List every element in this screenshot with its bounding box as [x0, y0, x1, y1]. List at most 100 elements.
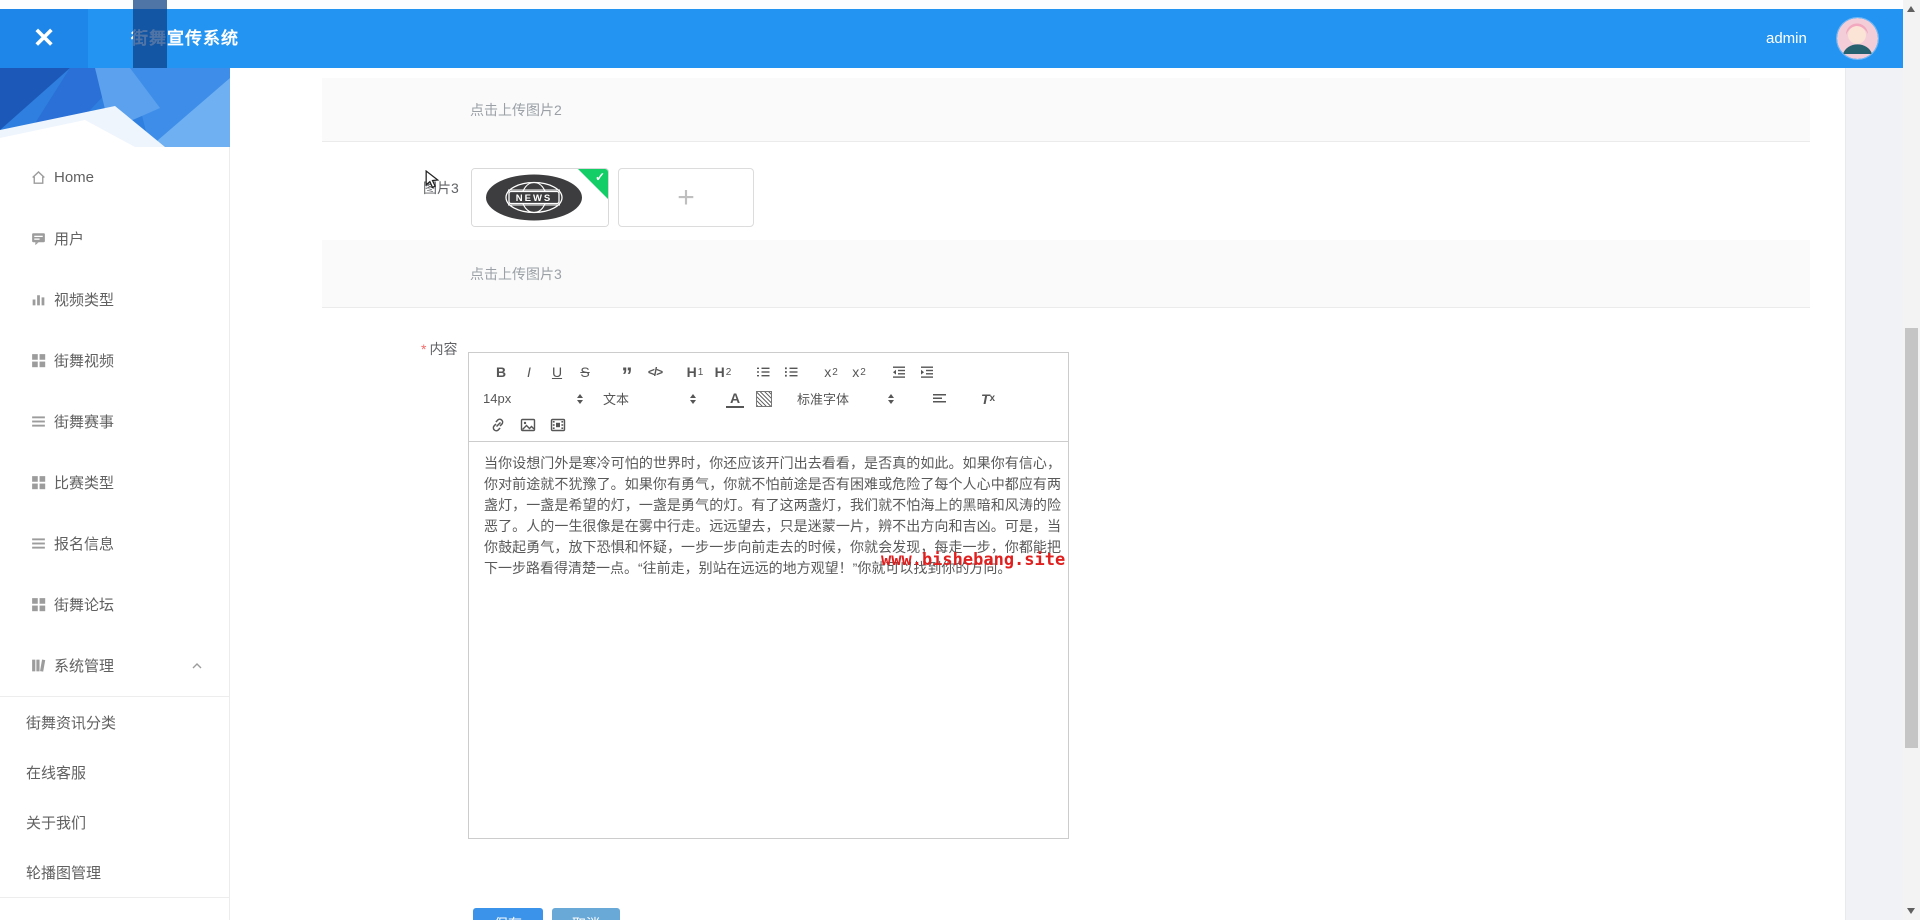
updown-arrows-icon — [690, 393, 696, 404]
scroll-up-arrow-icon[interactable] — [1907, 6, 1915, 12]
link-icon — [492, 418, 504, 432]
ordered-list-icon — [757, 367, 770, 377]
font-family-picker[interactable]: 标准字体 — [797, 387, 894, 411]
format-value: 文本 — [603, 392, 630, 407]
main-content: 点击上传图片2 图片3 NEWS ✓ + 点击上传图片3 * 内容 B I U … — [231, 68, 1903, 920]
sidebar-subitem-online-service[interactable]: 在线客服 — [0, 747, 229, 797]
toolbar-row-1: B I U S ” </> H1 H2 x2 x 2 — [481, 360, 1058, 387]
sidebar-item-label: 系统管理 — [54, 658, 115, 675]
sidebar-item-system-management[interactable]: 系统管理 — [0, 635, 229, 696]
content-label-text: 内容 — [429, 341, 458, 357]
sidebar-item-label: 比赛类型 — [54, 475, 115, 492]
font-family-value: 标准字体 — [797, 392, 850, 407]
list-icon — [30, 535, 47, 552]
save-button[interactable]: 保存 — [473, 908, 543, 920]
x-logo-icon: ✕ — [32, 23, 56, 53]
indent-button[interactable] — [913, 360, 941, 384]
top-strip — [0, 0, 1903, 9]
sidebar-item-competition-types[interactable]: 比赛类型 — [0, 452, 229, 513]
bar-chart-icon — [30, 291, 47, 308]
sidebar-item-video-types[interactable]: 视频类型 — [0, 269, 229, 330]
image3-add-upload-button[interactable]: + — [618, 168, 754, 227]
text-color-button[interactable]: A — [726, 390, 744, 408]
username-label[interactable]: admin — [1766, 9, 1807, 68]
scroll-down-arrow-icon[interactable] — [1907, 908, 1915, 914]
sidebar-subitem-label: 在线客服 — [26, 764, 87, 782]
scrollbar-thumb[interactable] — [1905, 328, 1918, 748]
book-icon — [30, 657, 47, 674]
sidebar-item-dance-forum[interactable]: 街舞论坛 — [0, 574, 229, 635]
font-size-picker[interactable]: 14px — [483, 387, 583, 411]
outdent-button[interactable] — [885, 360, 913, 384]
updown-arrows-icon — [577, 393, 583, 404]
app-logo[interactable]: ✕ — [0, 9, 88, 68]
code-block-button[interactable]: </> — [641, 360, 669, 384]
format-picker[interactable]: 文本 — [603, 387, 696, 411]
updown-arrows-icon — [888, 393, 894, 404]
sidebar-item-home[interactable]: Home — [0, 147, 229, 208]
italic-button[interactable]: I — [515, 360, 543, 384]
rich-text-editor: B I U S ” </> H1 H2 x2 x 2 14px 文本 A 标准字… — [468, 352, 1069, 839]
subscript-button[interactable]: x2 — [817, 360, 845, 384]
required-asterisk: * — [421, 341, 427, 357]
home-icon — [30, 169, 47, 186]
sidebar-item-label: 用户 — [54, 231, 85, 248]
upload-hint-row-3: 点击上传图片3 — [322, 240, 1810, 308]
sidebar-item-label: Home — [54, 169, 95, 186]
background-color-button[interactable] — [756, 390, 772, 407]
chevron-up-icon — [190, 657, 207, 674]
image-icon — [520, 418, 536, 432]
sidebar-subitem-label: 街舞资讯分类 — [26, 714, 117, 732]
sidebar-item-dance-videos[interactable]: 街舞视频 — [0, 330, 229, 391]
ordered-list-button[interactable] — [749, 360, 777, 384]
check-icon: ✓ — [594, 170, 605, 184]
page-scrollbar[interactable] — [1903, 0, 1920, 920]
sidebar-item-dance-events[interactable]: 街舞赛事 — [0, 391, 229, 452]
editor-content-area[interactable]: 当你设想门外是寒冷可怕的世界时，你还应该开门出去看看，是否真的如此。如果你有信心… — [469, 442, 1068, 579]
watermark-text: www.bishebang.site — [881, 550, 1066, 570]
sidebar-subitem-label: 轮播图管理 — [26, 864, 102, 882]
upload-hint-row-2: 点击上传图片2 — [322, 78, 1810, 142]
mouse-cursor-icon — [424, 170, 441, 189]
clear-format-button[interactable]: Tx — [977, 387, 999, 411]
sidebar-item-label: 街舞视频 — [54, 353, 115, 370]
bullet-list-button[interactable] — [777, 360, 805, 384]
indent-icon — [921, 366, 933, 378]
sidebar-subitem-news-categories[interactable]: 街舞资讯分类 — [0, 697, 229, 747]
align-button[interactable] — [929, 387, 949, 411]
sidebar-subitem-carousel-management[interactable]: 轮播图管理 — [0, 847, 229, 897]
header1-button[interactable]: H1 — [681, 360, 709, 384]
bold-button[interactable]: B — [487, 360, 515, 384]
blockquote-button[interactable]: ” — [613, 360, 641, 387]
sidebar-item-label: 报名信息 — [54, 536, 115, 553]
sidebar-subitem-label: 关于我们 — [26, 814, 87, 832]
editor-toolbar: B I U S ” </> H1 H2 x2 x 2 14px 文本 A 标准字… — [469, 353, 1068, 442]
insert-image-button[interactable] — [513, 413, 543, 437]
strikethrough-button[interactable]: S — [571, 360, 599, 384]
font-size-value: 14px — [483, 391, 512, 406]
image3-uploaded-thumbnail[interactable]: NEWS ✓ — [471, 168, 609, 227]
user-avatar[interactable] — [1837, 18, 1878, 59]
cancel-button[interactable]: 取消 — [552, 908, 620, 920]
content-field-label: * 内容 — [421, 339, 457, 359]
avatar-image — [1837, 18, 1878, 59]
sidebar-item-registration-info[interactable]: 报名信息 — [0, 513, 229, 574]
grid-icon — [30, 352, 47, 369]
video-icon — [550, 418, 566, 432]
header2-button[interactable]: H2 — [709, 360, 737, 384]
comment-icon — [30, 230, 47, 247]
plus-icon: + — [677, 180, 695, 214]
superscript-button[interactable]: x2 — [845, 360, 873, 384]
sidebar-subitem-about-us[interactable]: 关于我们 — [0, 797, 229, 847]
header-bar: ✕ 街舞宣传系统 admin — [0, 9, 1903, 68]
sidebar-item-users[interactable]: 用户 — [0, 208, 229, 269]
sidebar-item-label: 街舞赛事 — [54, 414, 115, 431]
insert-video-button[interactable] — [543, 413, 573, 437]
page-background-gutter — [1845, 68, 1903, 920]
toolbar-row-3 — [481, 413, 1058, 437]
underline-button[interactable]: U — [543, 360, 571, 384]
news-logo-text: NEWS — [516, 193, 553, 204]
bullet-list-icon — [785, 367, 798, 377]
insert-link-button[interactable] — [483, 413, 513, 437]
sidebar-item-label: 街舞论坛 — [54, 597, 115, 614]
